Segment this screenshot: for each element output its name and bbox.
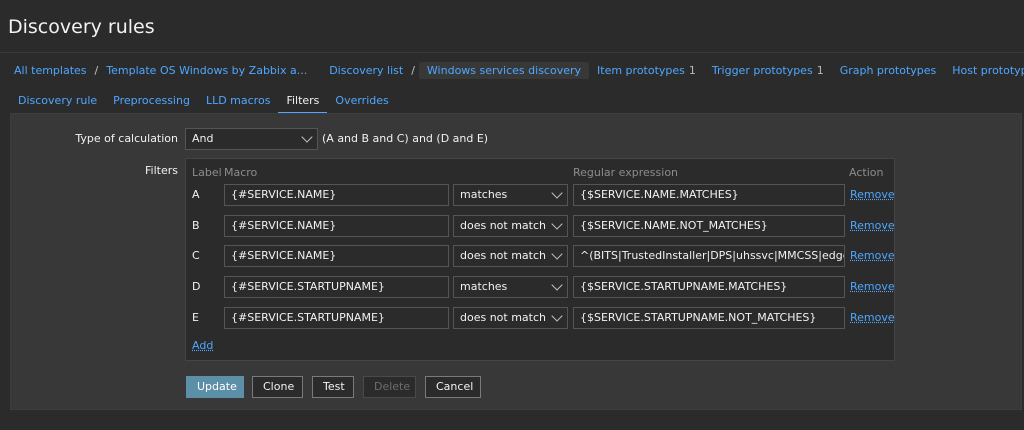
operator-value: does not match: [460, 219, 547, 232]
filters-label: Filters: [145, 164, 178, 177]
remove-button[interactable]: Remove: [850, 219, 895, 232]
delete-button[interactable]: Delete: [363, 376, 416, 398]
add-filter-button[interactable]: Add: [192, 339, 213, 352]
column-label: Label: [192, 166, 222, 179]
breadcrumb-trigger-prototypes-count: 1: [816, 64, 824, 77]
breadcrumb-trigger-prototypes-label: Trigger prototypes: [711, 64, 813, 77]
operator-value: does not match: [460, 311, 547, 324]
filter-row-label: A: [192, 188, 200, 201]
breadcrumb-windows-services-discovery[interactable]: Windows services discovery: [418, 62, 590, 79]
remove-button[interactable]: Remove: [850, 280, 895, 293]
test-button[interactable]: Test: [312, 376, 354, 398]
breadcrumb: All templates / Template OS Windows by Z…: [0, 52, 1024, 88]
tab-overrides[interactable]: Overrides: [327, 92, 396, 114]
filter-row-label: E: [192, 311, 199, 324]
breadcrumb-all-templates[interactable]: All templates: [6, 62, 95, 79]
breadcrumb-item-prototypes-label: Item prototypes: [597, 64, 685, 77]
remove-button[interactable]: Remove: [850, 311, 895, 324]
operator-value: does not match: [460, 249, 547, 262]
breadcrumb-graph-prototypes[interactable]: Graph prototypes: [832, 62, 945, 79]
filter-row-label: D: [192, 280, 201, 293]
operator-value: matches: [460, 188, 508, 201]
regex-input[interactable]: ^(BITS|TrustedInstaller|DPS|uhssvc|MMCSS…: [573, 245, 845, 267]
tab-filters[interactable]: Filters: [278, 92, 328, 114]
chevron-down-icon: [551, 279, 563, 291]
chevron-down-icon: [551, 187, 563, 199]
operator-select[interactable]: matches: [453, 276, 568, 298]
macro-input[interactable]: {#SERVICE.NAME}: [224, 184, 449, 206]
regex-input[interactable]: {$SERVICE.NAME.NOT_MATCHES}: [573, 215, 845, 237]
calc-formula: (A and B and C) and (D and E): [322, 132, 489, 145]
operator-value: matches: [460, 280, 508, 293]
chevron-down-icon: [551, 218, 563, 230]
remove-button[interactable]: Remove: [850, 188, 895, 201]
remove-button[interactable]: Remove: [850, 249, 895, 262]
column-action: Action: [849, 166, 884, 179]
regex-input[interactable]: {$SERVICE.STARTUPNAME.MATCHES}: [573, 276, 845, 298]
tab-discovery-rule[interactable]: Discovery rule: [10, 92, 105, 114]
breadcrumb-template[interactable]: Template OS Windows by Zabbix a...: [98, 62, 315, 79]
breadcrumb-discovery-list[interactable]: Discovery list: [321, 62, 411, 79]
operator-select[interactable]: does not match: [453, 245, 568, 267]
calc-type-label: Type of calculation: [75, 132, 178, 145]
chevron-down-icon: [551, 310, 563, 322]
operator-select[interactable]: does not match: [453, 307, 568, 329]
regex-input[interactable]: {$SERVICE.NAME.MATCHES}: [573, 184, 845, 206]
breadcrumb-separator: /: [411, 64, 415, 77]
breadcrumb-item-prototypes[interactable]: Item prototypes 1: [589, 62, 704, 79]
operator-select[interactable]: does not match: [453, 215, 568, 237]
page-title: Discovery rules: [8, 16, 155, 38]
calc-type-value: And: [192, 132, 214, 145]
cancel-button[interactable]: Cancel: [425, 376, 481, 398]
breadcrumb-trigger-prototypes[interactable]: Trigger prototypes 1: [704, 62, 832, 79]
tab-preprocessing[interactable]: Preprocessing: [105, 92, 198, 114]
filter-row-label: B: [192, 219, 200, 232]
column-macro: Macro: [224, 166, 258, 179]
breadcrumb-item-prototypes-count: 1: [688, 64, 696, 77]
regex-input[interactable]: {$SERVICE.STARTUPNAME.NOT_MATCHES}: [573, 307, 845, 329]
calc-type-select[interactable]: And: [185, 128, 318, 150]
tab-lld-macros[interactable]: LLD macros: [198, 92, 278, 114]
macro-input[interactable]: {#SERVICE.NAME}: [224, 245, 449, 267]
chevron-down-icon: [551, 248, 563, 260]
operator-select[interactable]: matches: [453, 184, 568, 206]
macro-input[interactable]: {#SERVICE.NAME}: [224, 215, 449, 237]
chevron-down-icon: [301, 131, 313, 143]
breadcrumb-host-prototypes[interactable]: Host prototypes: [944, 62, 1024, 79]
tab-bar: Discovery rule Preprocessing LLD macros …: [10, 92, 397, 114]
update-button[interactable]: Update: [186, 376, 244, 398]
clone-button[interactable]: Clone: [252, 376, 303, 398]
macro-input[interactable]: {#SERVICE.STARTUPNAME}: [224, 307, 449, 329]
column-regex: Regular expression: [573, 166, 679, 179]
filter-row-label: C: [192, 249, 200, 262]
macro-input[interactable]: {#SERVICE.STARTUPNAME}: [224, 276, 449, 298]
